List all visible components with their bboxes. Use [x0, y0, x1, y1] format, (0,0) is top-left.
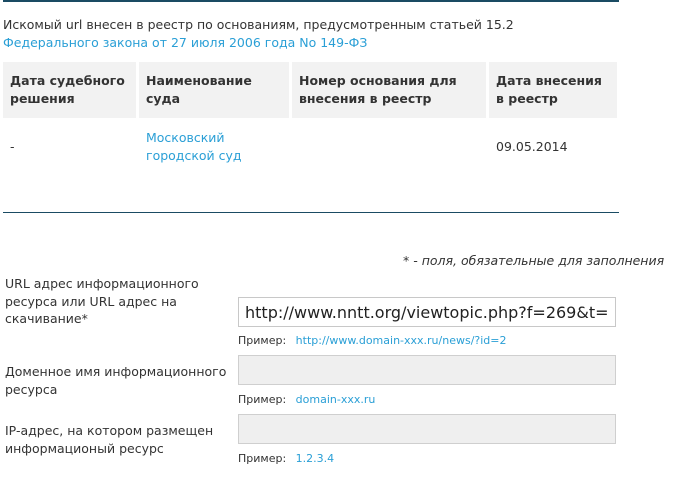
- ip-example: Пример: 1.2.3.4: [238, 452, 334, 465]
- url-example: Пример: http://www.domain-xxx.ru/news/?i…: [238, 334, 507, 347]
- col-header-decision-date: Дата судебного решения: [3, 62, 139, 118]
- notice-text: Искомый url внесен в реестр по основания…: [3, 17, 514, 32]
- top-divider: [3, 0, 619, 2]
- law-link[interactable]: Федерального закона от 27 июля 2006 года…: [3, 35, 367, 50]
- domain-example-link[interactable]: domain-xxx.ru: [296, 393, 376, 406]
- ip-example-link[interactable]: 1.2.3.4: [296, 452, 334, 465]
- ip-example-label: Пример:: [238, 452, 287, 465]
- registry-table: Дата судебного решения Наименование суда…: [3, 62, 617, 176]
- table-header-row: Дата судебного решения Наименование суда…: [3, 62, 617, 118]
- section-divider: [3, 212, 619, 213]
- url-example-label: Пример:: [238, 334, 287, 347]
- domain-example-label: Пример:: [238, 393, 287, 406]
- col-header-court: Наименование суда: [139, 62, 292, 118]
- domain-input[interactable]: [238, 355, 616, 385]
- col-header-registry-date: Дата внесения в реестр: [489, 62, 617, 118]
- court-link[interactable]: Московский городской суд: [146, 130, 242, 163]
- url-input[interactable]: [238, 297, 616, 327]
- decision-date-cell: -: [10, 139, 15, 154]
- required-fields-note: * - поля, обязательные для заполнения: [403, 253, 665, 268]
- registry-notice: Искомый url внесен в реестр по основания…: [3, 16, 643, 52]
- url-field-label: URL адрес информационного ресурса или UR…: [5, 276, 199, 326]
- col-header-basis-number: Номер основания для внесения в реестр: [292, 62, 489, 118]
- ip-field-label: IP-адрес, на котором размещен информацио…: [5, 423, 214, 456]
- ip-input[interactable]: [238, 414, 616, 444]
- url-example-link[interactable]: http://www.domain-xxx.ru/news/?id=2: [296, 334, 507, 347]
- registry-date-cell: 09.05.2014: [496, 139, 568, 154]
- domain-example: Пример: domain-xxx.ru: [238, 393, 375, 406]
- table-row: - Московский городской суд 09.05.2014: [3, 118, 617, 176]
- court-cell: Московский городской суд: [139, 118, 292, 176]
- domain-field-label: Доменное имя информационного ресурса: [5, 364, 227, 397]
- basis-number-cell: [292, 118, 489, 176]
